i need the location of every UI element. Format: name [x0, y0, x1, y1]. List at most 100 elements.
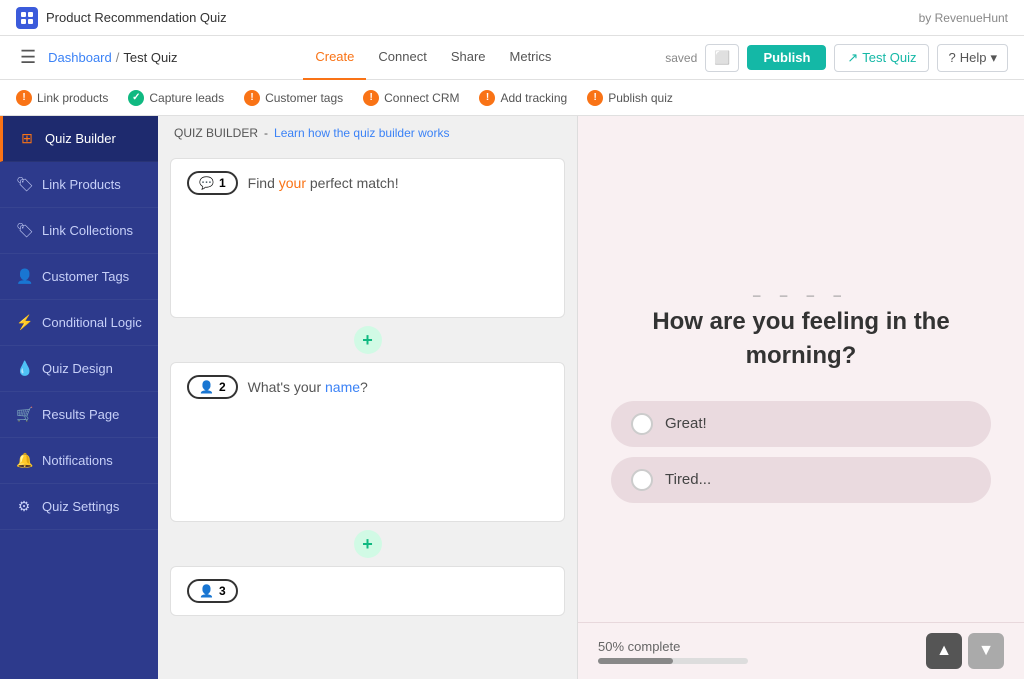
collection-icon: 🏷	[16, 222, 32, 239]
preview-panel: _ _ _ _ How are you feeling in the morni…	[578, 116, 1024, 679]
sidebar-item-quiz-settings[interactable]: ⚙ Quiz Settings	[0, 484, 158, 530]
step-customer-tags-label: Customer tags	[265, 91, 343, 105]
person-icon: 👤	[199, 380, 214, 394]
publish-button[interactable]: Publish	[747, 45, 826, 70]
question-2-header: 👤 2 What's your name?	[171, 363, 564, 411]
help-button[interactable]: ? Help ▾	[937, 44, 1008, 72]
question-card-1[interactable]: 💬 1 Find your perfect match!	[170, 158, 565, 318]
nav-right: saved ⬜ Publish ↗ Test Quiz ? Help ▾	[665, 44, 1008, 72]
gear-icon: ⚙	[16, 498, 32, 515]
question-3-number: 3	[219, 584, 226, 598]
question-1-badge: 💬 1	[187, 171, 238, 195]
sidebar-label-customer-tags: Customer Tags	[42, 269, 129, 284]
help-label: Help	[960, 50, 987, 65]
builder-header-label: QUIZ BUILDER	[174, 126, 258, 140]
option-2-circle	[631, 469, 653, 491]
sidebar-label-conditional-logic: Conditional Logic	[42, 315, 142, 330]
preview-footer: 50% complete ▲ ▼	[578, 622, 1024, 679]
sidebar: ⊞ Quiz Builder 🏷 Link Products 🏷 Link Co…	[0, 116, 158, 679]
nav-tabs: Create Connect Share Metrics	[202, 36, 666, 80]
option-2-text: Tired...	[665, 471, 711, 488]
learn-link[interactable]: Learn how the quiz builder works	[274, 126, 449, 140]
save-icon-button[interactable]: ⬜	[705, 44, 739, 72]
step-connect-crm-label: Connect CRM	[384, 91, 459, 105]
sidebar-label-quiz-design: Quiz Design	[42, 361, 113, 376]
builder-header-dash: -	[264, 126, 268, 140]
progress-label: 50% complete	[598, 639, 748, 654]
builder-header: QUIZ BUILDER - Learn how the quiz builde…	[158, 116, 577, 150]
add-question-after-2[interactable]: +	[354, 530, 382, 558]
question-2-body	[171, 411, 564, 461]
top-bar: Product Recommendation Quiz by RevenueHu…	[0, 0, 1024, 36]
main-layout: ⊞ Quiz Builder 🏷 Link Products 🏷 Link Co…	[0, 116, 1024, 679]
step-publish-quiz[interactable]: ! Publish quiz	[587, 90, 673, 106]
breadcrumb-current: Test Quiz	[123, 50, 177, 65]
sidebar-item-notifications[interactable]: 🔔 Notifications	[0, 438, 158, 484]
option-1-circle	[631, 413, 653, 435]
top-bar-left: Product Recommendation Quiz	[16, 7, 227, 29]
step-add-tracking[interactable]: ! Add tracking	[479, 90, 567, 106]
question-1-header: 💬 1 Find your perfect match!	[171, 159, 564, 207]
sidebar-item-quiz-design[interactable]: 💧 Quiz Design	[0, 346, 158, 392]
saved-label: saved	[665, 51, 697, 65]
step-warn-icon-2: !	[244, 90, 260, 106]
sidebar-item-quiz-builder[interactable]: ⊞ Quiz Builder	[0, 116, 158, 162]
sidebar-label-link-products: Link Products	[42, 177, 121, 192]
content-area: QUIZ BUILDER - Learn how the quiz builde…	[158, 116, 1024, 679]
step-customer-tags[interactable]: ! Customer tags	[244, 90, 343, 106]
menu-button[interactable]: ☰	[16, 43, 40, 72]
add-question-after-1[interactable]: +	[354, 326, 382, 354]
app-title: Product Recommendation Quiz	[46, 10, 227, 25]
question-1-number: 1	[219, 176, 226, 190]
progress-section: 50% complete	[598, 639, 748, 664]
top-bar-right: by RevenueHunt	[919, 11, 1008, 25]
step-ok-icon: ✓	[128, 90, 144, 106]
tag-icon: 🏷	[16, 176, 32, 193]
step-link-products-label: Link products	[37, 91, 108, 105]
preview-option-1[interactable]: Great!	[611, 401, 991, 447]
sidebar-item-link-products[interactable]: 🏷 Link Products	[0, 162, 158, 208]
design-icon: 💧	[16, 360, 32, 377]
preview-content: _ _ _ _ How are you feeling in the morni…	[578, 262, 1024, 532]
step-connect-crm[interactable]: ! Connect CRM	[363, 90, 459, 106]
chevron-down-icon: ▾	[990, 50, 997, 66]
question-2-text: What's your name?	[248, 379, 368, 395]
test-quiz-label: Test Quiz	[862, 50, 916, 65]
chat-icon: 💬	[199, 176, 214, 190]
tab-metrics[interactable]: Metrics	[498, 36, 564, 80]
step-add-tracking-label: Add tracking	[500, 91, 567, 105]
step-capture-leads[interactable]: ✓ Capture leads	[128, 90, 224, 106]
step-publish-quiz-label: Publish quiz	[608, 91, 673, 105]
preview-option-2[interactable]: Tired...	[611, 457, 991, 503]
nav-down-button[interactable]: ▼	[968, 633, 1004, 669]
step-warn-icon-4: !	[479, 90, 495, 106]
sidebar-label-notifications: Notifications	[42, 453, 113, 468]
cart-icon: 🛒	[16, 406, 32, 423]
option-1-text: Great!	[665, 415, 707, 432]
tab-connect[interactable]: Connect	[366, 36, 438, 80]
external-link-icon: ↗	[847, 50, 858, 66]
preview-dashes: _ _ _ _	[753, 282, 849, 297]
breadcrumb-separator: /	[116, 50, 120, 65]
question-2-number: 2	[219, 380, 226, 394]
sidebar-label-link-collections: Link Collections	[42, 223, 133, 238]
tab-create[interactable]: Create	[303, 36, 366, 80]
progress-bar-fill	[598, 658, 673, 664]
nav-up-button[interactable]: ▲	[926, 633, 962, 669]
test-quiz-button[interactable]: ↗ Test Quiz	[834, 44, 929, 72]
step-link-products[interactable]: ! Link products	[16, 90, 108, 106]
builder-panel: QUIZ BUILDER - Learn how the quiz builde…	[158, 116, 578, 679]
sidebar-item-conditional-logic[interactable]: ⚡ Conditional Logic	[0, 300, 158, 346]
progress-bar-container	[598, 658, 748, 664]
question-1-text: Find your perfect match!	[248, 175, 399, 191]
sidebar-item-results-page[interactable]: 🛒 Results Page	[0, 392, 158, 438]
sidebar-item-link-collections[interactable]: 🏷 Link Collections	[0, 208, 158, 254]
sidebar-item-customer-tags[interactable]: 👤 Customer Tags	[0, 254, 158, 300]
question-card-3[interactable]: 👤 3	[170, 566, 565, 616]
question-3-badge: 👤 3	[187, 579, 238, 603]
dashboard-link[interactable]: Dashboard	[48, 50, 112, 65]
tab-share[interactable]: Share	[439, 36, 498, 80]
user-icon: 👤	[16, 268, 32, 285]
sidebar-label-quiz-settings: Quiz Settings	[42, 499, 119, 514]
question-card-2[interactable]: 👤 2 What's your name?	[170, 362, 565, 522]
